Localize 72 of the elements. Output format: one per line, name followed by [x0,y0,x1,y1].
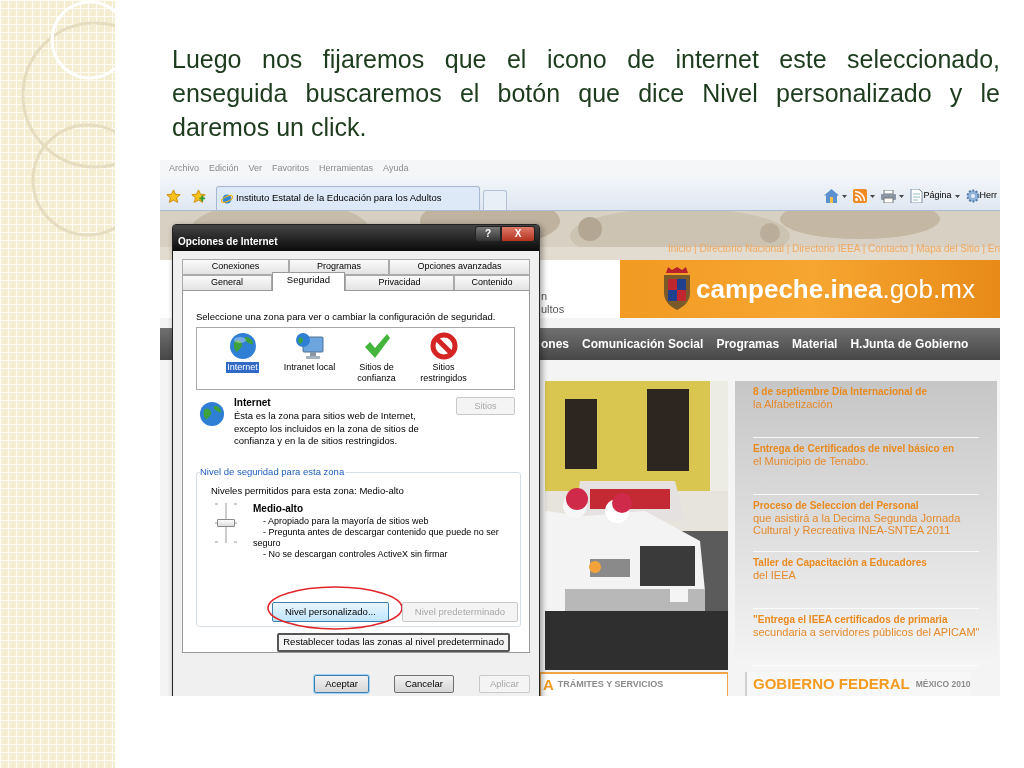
level-name: Medio-alto [253,502,304,516]
monitor-globe-icon [294,332,325,361]
dialog-button[interactable]: Aceptar [314,675,369,693]
group-legend: Nivel de seguridad para esta zona [200,465,346,478]
zone-item[interactable]: Internet [209,332,276,374]
close-button[interactable]: X [501,226,535,242]
caret-icon [954,194,960,198]
nav-link[interactable]: ones [541,335,569,353]
dialog-tab[interactable]: Seguridad [272,272,345,291]
tools-button[interactable]: Herr [965,189,997,203]
home-icon [824,189,840,203]
brand-subtitle: MÉXICO 2010 [915,677,971,691]
globe-icon [199,401,225,428]
dialog-button[interactable]: Cancelar [393,675,454,693]
news-summary: secundaria a servidores públicos del APICAM" [753,626,979,638]
dialog-tab[interactable]: General [182,275,272,291]
menu-item[interactable]: Ayuda [383,162,409,176]
nav-link[interactable]: Programas [716,335,780,353]
globe-icon [228,332,257,361]
services-label: TRÁMITES Y SERVICIOS [557,678,664,692]
nav-link[interactable]: Comunicación Social [582,335,704,353]
dialog-tab[interactable]: Conexiones [182,259,289,275]
dialog-tab[interactable]: Opciones avanzadas [389,259,530,275]
star-icon[interactable] [166,188,181,204]
menu-item[interactable]: Ver [248,162,263,176]
menu-item[interactable]: Favoritos [272,162,310,176]
site-subtitle: ultos [541,303,566,316]
no-entry-icon [429,332,458,361]
zone-item[interactable]: Sitios de confianza [343,332,410,385]
news-summary: Cultural y Recreativa INEA-SNTEA 2011 [753,524,952,536]
caret-icon [899,194,905,198]
site-domain: campeche.inea.gob.mx [696,272,975,306]
level-detail: - No se descargan controles ActiveX sin firmar [262,549,449,560]
feed-icon [853,189,868,203]
star-plus-icon[interactable] [191,188,206,204]
site-subtitle: n [541,290,549,303]
level-detail: - Pregunta antes de descargar contenido que puede no ser seguro [253,527,500,549]
level-button[interactable]: Nivel personalizado... [272,601,389,622]
nav-link[interactable]: H.Junta de Gobierno [850,335,969,353]
reset-zones-button[interactable]: Restablecer todas las zonas al nivel predeterminado [277,632,510,652]
level-detail: - Apropiado para la mayoría de sitios web [262,516,430,527]
caret-icon [842,194,848,198]
news-summary: el Municipio de Tenabo. [753,455,870,467]
gear-icon [965,189,980,203]
menu-item[interactable]: Archivo [169,162,199,176]
printer-icon [881,189,897,203]
services-letter: A [543,674,554,695]
nav-link[interactable]: Material [792,335,838,353]
dialog-tab[interactable]: Contenido [454,275,530,291]
zone-name: Internet [234,396,272,411]
slider-thumb[interactable] [217,519,235,527]
caret-icon [870,194,876,198]
news-summary: del IEEA [753,569,797,581]
browser-tab[interactable]: Instituto Estatal de la Educación para los Adultos [216,186,480,210]
brand-title: GOBIERNO FEDERAL [753,673,910,694]
allowed-levels-text: Niveles permitidos para esta zona: Medio-alto [211,483,405,498]
news-summary: que asistirá a la Decima Segunda Jornada [753,512,962,524]
dialog-tab[interactable]: Programas [289,259,389,275]
zone-item[interactable]: Sitios restringidos [410,332,477,385]
page-button[interactable]: Página [910,189,963,203]
page-icon [910,189,924,203]
help-button[interactable]: ? [475,226,501,242]
zone-prompt: Seleccione una zona para ver o cambiar la configuración de seguridad. [196,310,497,324]
menu-item[interactable]: Edición [209,162,239,176]
ring-globe-icon [221,192,233,205]
slide-title: Luego nos fijaremos que el icono de internet este seleccionado, enseguida buscaremos el botón que dice Nivel personalizado y le daremos un click. [172,44,1000,143]
zone-description: Ésta es la zona para sitios web de Internet, excepto los incluidos en la zona de sitios de confianza y en la de sitios restringidos. [234,410,420,448]
dialog-tab[interactable]: Privacidad [345,275,454,291]
zone-item[interactable]: Intranet local [276,332,343,374]
dialog-title: Opciones de Internet [178,234,278,249]
news-summary: la Alfabetización [753,398,834,410]
menu-item[interactable]: Herramientas [319,162,374,176]
